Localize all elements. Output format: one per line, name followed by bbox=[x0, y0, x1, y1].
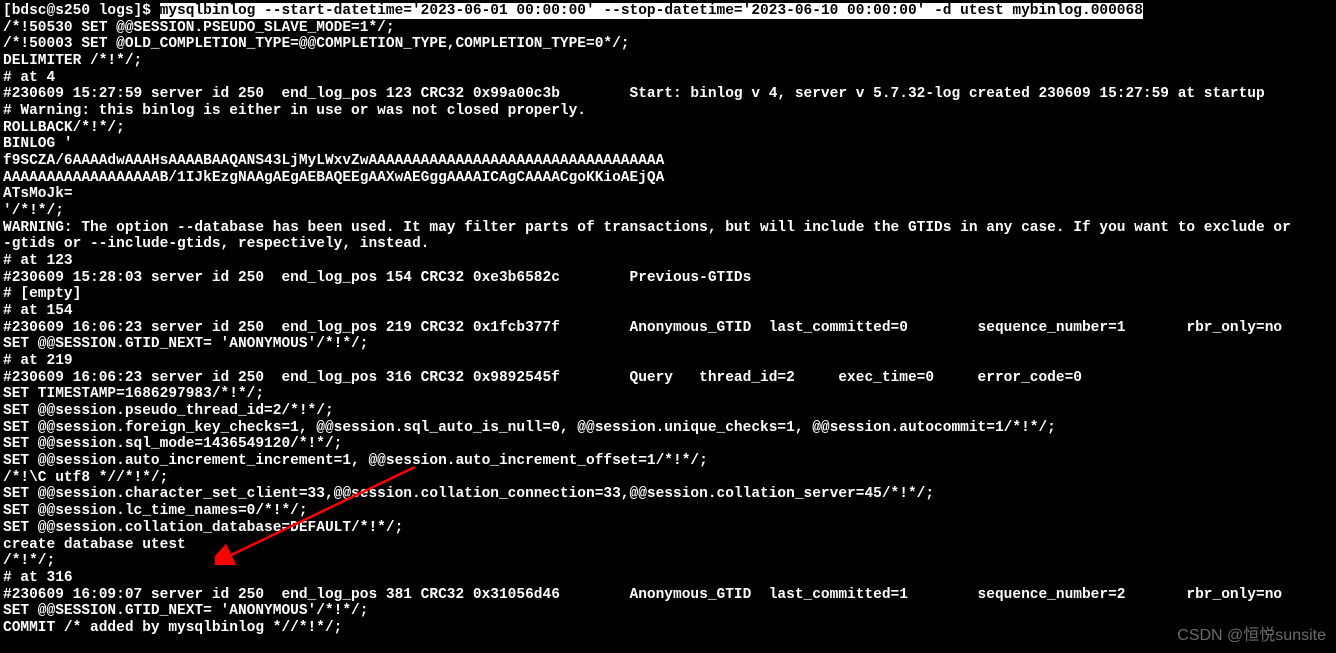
output-line: # Warning: this binlog is either in use … bbox=[3, 103, 1333, 120]
output-line: SET @@SESSION.GTID_NEXT= 'ANONYMOUS'/*!*… bbox=[3, 336, 1333, 353]
output-line: SET @@session.lc_time_names=0/*!*/; bbox=[3, 503, 1333, 520]
output-line: SET @@SESSION.GTID_NEXT= 'ANONYMOUS'/*!*… bbox=[3, 603, 1333, 620]
output-line: /*!50530 SET @@SESSION.PSEUDO_SLAVE_MODE… bbox=[3, 20, 1333, 37]
output-line: AAAAAAAAAAAAAAAAAAB/1IJkEzgNAAgAEgAEBAQE… bbox=[3, 170, 1333, 187]
output-line: SET @@session.auto_increment_increment=1… bbox=[3, 453, 1333, 470]
output-line: f9SCZA/6AAAAdwAAAHsAAAABAAQANS43LjMyLWxv… bbox=[3, 153, 1333, 170]
watermark-text: CSDN @恒悦sunsite bbox=[1177, 627, 1326, 645]
output-line: BINLOG ' bbox=[3, 136, 1333, 153]
output-line: SET @@session.foreign_key_checks=1, @@se… bbox=[3, 420, 1333, 437]
output-line: -gtids or --include-gtids, respectively,… bbox=[3, 236, 1333, 253]
output-line: /*!50003 SET @OLD_COMPLETION_TYPE=@@COMP… bbox=[3, 36, 1333, 53]
output-line: COMMIT /* added by mysqlbinlog *//*!*/; bbox=[3, 620, 1333, 637]
output-line: SET TIMESTAMP=1686297983/*!*/; bbox=[3, 386, 1333, 403]
output-line: #230609 16:06:23 server id 250 end_log_p… bbox=[3, 370, 1333, 387]
prompt-line[interactable]: [bdsc@s250 logs]$ mysqlbinlog --start-da… bbox=[3, 3, 1143, 19]
terminal-output: [bdsc@s250 logs]$ mysqlbinlog --start-da… bbox=[3, 3, 1333, 637]
output-line: /*!*/; bbox=[3, 553, 1333, 570]
output-line: # at 123 bbox=[3, 253, 1333, 270]
shell-command: mysqlbinlog --start-datetime='2023-06-01… bbox=[160, 3, 1143, 19]
output-line: create database utest bbox=[3, 537, 1333, 554]
output-line: SET @@session.sql_mode=1436549120/*!*/; bbox=[3, 436, 1333, 453]
output-line: #230609 15:28:03 server id 250 end_log_p… bbox=[3, 270, 1333, 287]
output-line: #230609 15:27:59 server id 250 end_log_p… bbox=[3, 86, 1333, 103]
output-line: '/*!*/; bbox=[3, 203, 1333, 220]
output-line: ROLLBACK/*!*/; bbox=[3, 120, 1333, 137]
output-line: SET @@session.collation_database=DEFAULT… bbox=[3, 520, 1333, 537]
output-line: # at 154 bbox=[3, 303, 1333, 320]
output-line: # [empty] bbox=[3, 286, 1333, 303]
output-line: /*!\C utf8 *//*!*/; bbox=[3, 470, 1333, 487]
output-line: #230609 16:09:07 server id 250 end_log_p… bbox=[3, 587, 1333, 604]
output-line: ATsMoJk= bbox=[3, 186, 1333, 203]
shell-prompt: [bdsc@s250 logs]$ bbox=[3, 3, 160, 19]
output-line: # at 219 bbox=[3, 353, 1333, 370]
output-line: SET @@session.pseudo_thread_id=2/*!*/; bbox=[3, 403, 1333, 420]
output-line: # at 316 bbox=[3, 570, 1333, 587]
output-line: SET @@session.character_set_client=33,@@… bbox=[3, 486, 1333, 503]
output-line: #230609 16:06:23 server id 250 end_log_p… bbox=[3, 320, 1333, 337]
output-line: DELIMITER /*!*/; bbox=[3, 53, 1333, 70]
output-line: # at 4 bbox=[3, 70, 1333, 87]
output-line: WARNING: The option --database has been … bbox=[3, 220, 1333, 237]
